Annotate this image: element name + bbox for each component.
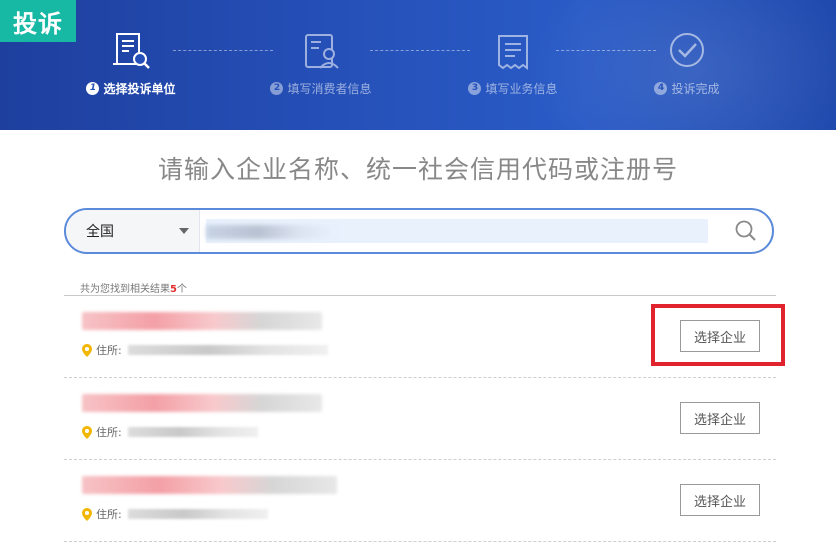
select-company-button[interactable]: 选择企业	[680, 402, 760, 434]
step-number: 1	[86, 82, 100, 95]
company-address: 住所:	[82, 506, 268, 522]
location-pin-icon	[82, 507, 92, 521]
address-label: 住所:	[96, 508, 122, 521]
select-company-button[interactable]: 选择企业	[680, 484, 760, 516]
region-select[interactable]: 全国	[66, 210, 200, 252]
chevron-down-icon	[179, 228, 189, 234]
step-label: 选择投诉单位	[103, 82, 176, 96]
step-connector	[370, 50, 470, 51]
step-consumer-info: 2 填写消费者信息	[266, 30, 376, 97]
company-address: 住所:	[82, 342, 328, 358]
row-divider	[64, 541, 776, 542]
step-number: 3	[468, 82, 482, 95]
list-item: 住所: 选择企业	[64, 460, 776, 542]
page-title: 请输入企业名称、统一社会信用代码或注册号	[157, 155, 678, 184]
search-button[interactable]	[720, 210, 772, 252]
location-pin-icon	[82, 425, 92, 439]
header-banner: 投诉 1 选择投诉单位 2 填写消费者信息 3 填写业务信息 4 投诉完成	[0, 0, 836, 130]
company-address: 住所:	[82, 424, 258, 440]
location-pin-icon	[82, 343, 92, 357]
region-value: 全国	[86, 224, 114, 240]
step-number: 2	[270, 82, 284, 95]
search-bar: 全国	[64, 208, 774, 254]
company-name-redacted	[82, 394, 322, 412]
step-select-unit: 1 选择投诉单位	[76, 30, 186, 97]
list-item: 住所: 选择企业	[64, 378, 776, 460]
check-circle-icon	[670, 33, 704, 67]
step-connector	[173, 50, 273, 51]
step-number: 4	[654, 82, 668, 95]
address-label: 住所:	[96, 344, 122, 357]
company-name-redacted	[82, 476, 337, 494]
list-item: 住所: 选择企业	[64, 296, 776, 378]
receipt-icon	[498, 35, 528, 70]
search-input[interactable]	[206, 219, 708, 243]
result-count-prefix: 共为您找到相关结果	[80, 284, 170, 295]
complaint-badge: 投诉	[0, 0, 76, 42]
address-redacted	[127, 427, 258, 437]
address-redacted	[127, 509, 268, 519]
result-count-suffix: 个	[176, 284, 187, 295]
user-form-icon	[305, 34, 339, 69]
step-business-info: 3 填写业务信息	[458, 30, 568, 97]
address-label: 住所:	[96, 426, 122, 439]
document-search-icon	[113, 33, 150, 69]
step-complete: 4 投诉完成	[632, 30, 742, 97]
address-redacted	[127, 345, 328, 355]
step-label: 填写消费者信息	[287, 82, 372, 96]
result-count: 共为您找到相关结果5个	[80, 280, 187, 295]
select-company-button[interactable]: 选择企业	[680, 320, 760, 352]
search-icon	[735, 220, 756, 241]
result-count-number: 5	[170, 284, 177, 295]
step-label: 填写业务信息	[485, 82, 558, 96]
step-label: 投诉完成	[671, 82, 720, 96]
company-name-redacted	[82, 312, 322, 330]
